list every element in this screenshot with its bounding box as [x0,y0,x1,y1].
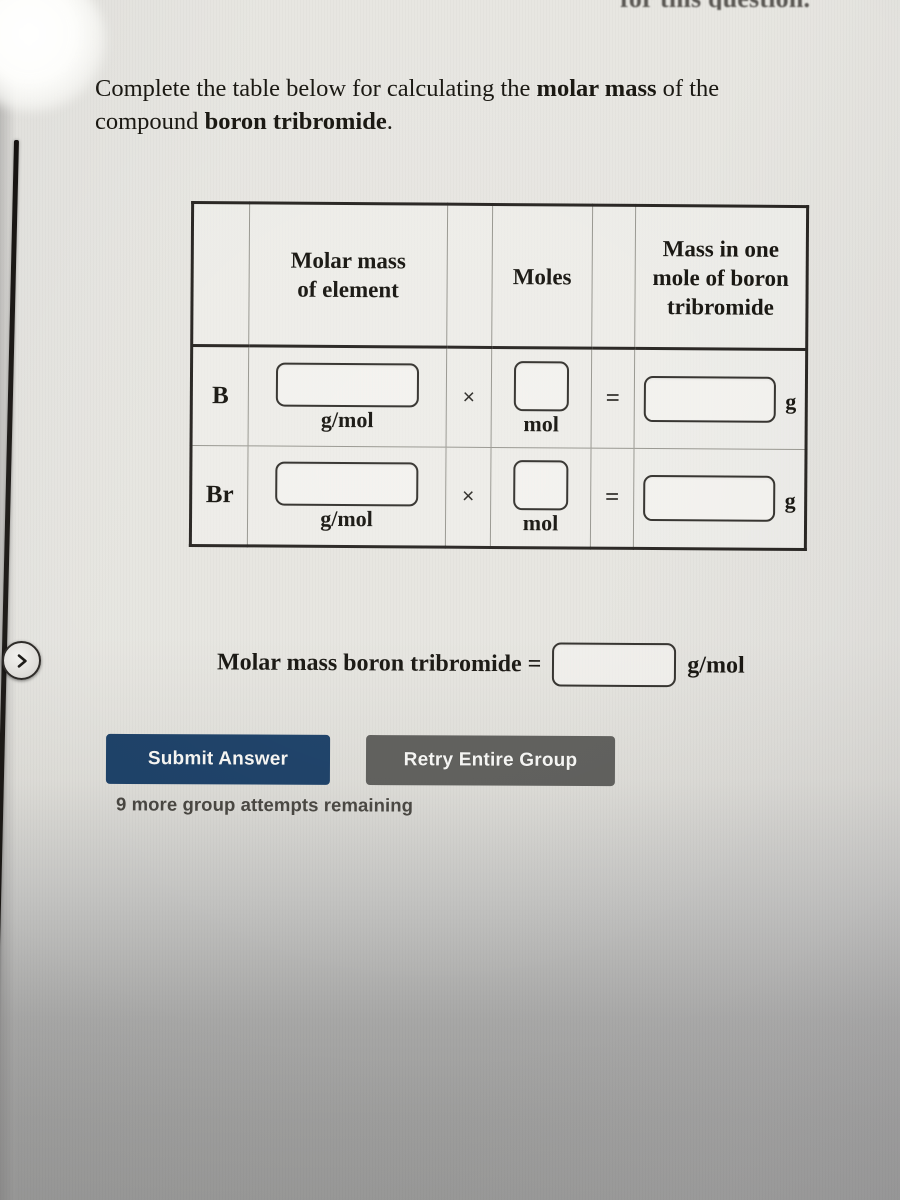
mass-unit-label: g [785,388,797,414]
table-header-row: Molar mass of element Moles Mass in one … [191,202,808,350]
header-mass-in-one-mole: Mass in one mole of boron tribromide [634,205,808,350]
molar-mass-unit-label: g/mol [320,406,374,433]
total-molar-mass-label: Molar mass boron tribromide = [216,648,542,677]
screen-photo: for this question. Complete the table be… [0,0,900,1200]
header-molar-mass-line2: of element [297,276,399,303]
question-text-part3: . [386,108,393,135]
question-text-part1: Complete the table below for calculating… [95,75,537,102]
equals-icon: = [605,384,621,412]
row-boron-molar-mass-cell: g/mol [248,345,447,448]
screen-tint-overlay [0,0,900,1200]
multiply-icon: × [461,484,475,508]
action-button-row: Submit Answer Retry Entire Group [105,733,616,787]
moles-stack: mol [492,361,591,436]
photo-vignette-overlay [0,0,900,1200]
header-molar-mass: Molar mass of element [248,202,448,348]
row-bromine-equals-cell: = [590,448,635,549]
element-symbol: Br [205,481,234,509]
multiply-icon: × [462,385,476,409]
row-bromine-times-cell: × [445,447,492,548]
mass-inline-group: g [635,375,805,423]
table-row: B g/mol × mol = g [191,345,807,450]
table-header: Molar mass of element Moles Mass in one … [191,202,808,350]
moles-unit-label: mol [523,411,559,437]
row-bromine-symbol-cell: Br [190,445,249,546]
question-bold-molar-mass: molar mass [536,75,657,102]
header-times-spacer [446,204,493,348]
submit-answer-button[interactable]: Submit Answer [105,733,331,785]
attempts-remaining-text: 9 more group attempts remaining [115,793,414,816]
row-boron-symbol-cell: B [191,345,249,446]
equals-icon: = [604,483,620,511]
bromine-mass-input[interactable] [642,474,775,522]
question-prompt: Complete the table below for calculating… [95,72,825,138]
total-molar-mass-row: Molar mass boron tribromide = g/mol [216,640,745,688]
table-row: Br g/mol × mol = g [190,445,807,550]
mass-inline-group: g [634,474,804,522]
boron-mass-input[interactable] [643,375,776,423]
mass-unit-label: g [784,487,796,513]
boron-moles-input[interactable] [513,361,570,412]
chevron-right-icon [14,653,30,669]
header-mass-line3: tribromide [666,293,775,320]
table-body: B g/mol × mol = g Br g/mol × mol = g [190,345,807,550]
total-molar-mass-input[interactable] [552,642,677,688]
screen-scanline-overlay [0,0,900,1200]
molar-mass-stack: g/mol [249,362,446,433]
header-equals-spacer [591,205,636,349]
header-moles: Moles [491,204,593,349]
retry-entire-group-button[interactable]: Retry Entire Group [365,735,616,787]
row-bromine-molar-mass-cell: g/mol [247,445,447,548]
bromine-molar-mass-input[interactable] [275,461,419,507]
header-element-symbol [191,202,250,346]
moles-stack: mol [491,460,590,535]
camera-glare-highlight [0,0,106,112]
header-mass-line1: Mass in one [662,235,780,262]
element-symbol: B [211,382,229,410]
cutoff-header-text: for this question. [620,0,900,10]
row-bromine-moles-cell: mol [490,447,592,549]
total-molar-mass-unit: g/mol [687,651,745,679]
bromine-moles-input[interactable] [513,460,569,511]
header-molar-mass-line1: Molar mass [290,247,406,274]
molar-mass-table: Molar mass of element Moles Mass in one … [188,200,810,552]
moles-unit-label: mol [522,510,559,536]
row-boron-times-cell: × [446,347,492,448]
molar-mass-stack: g/mol [248,461,445,532]
row-boron-moles-cell: mol [491,347,592,449]
boron-molar-mass-input[interactable] [275,362,420,408]
molar-mass-table-wrapper: Molar mass of element Moles Mass in one … [188,200,810,552]
next-question-button[interactable] [2,641,41,680]
row-boron-mass-cell: g [634,348,807,450]
row-bromine-mass-cell: g [633,448,807,550]
header-mass-line2: mole of boron [652,264,789,291]
row-boron-equals-cell: = [591,348,635,449]
question-bold-compound: boron tribromide [204,108,387,135]
molar-mass-unit-label: g/mol [320,505,373,532]
